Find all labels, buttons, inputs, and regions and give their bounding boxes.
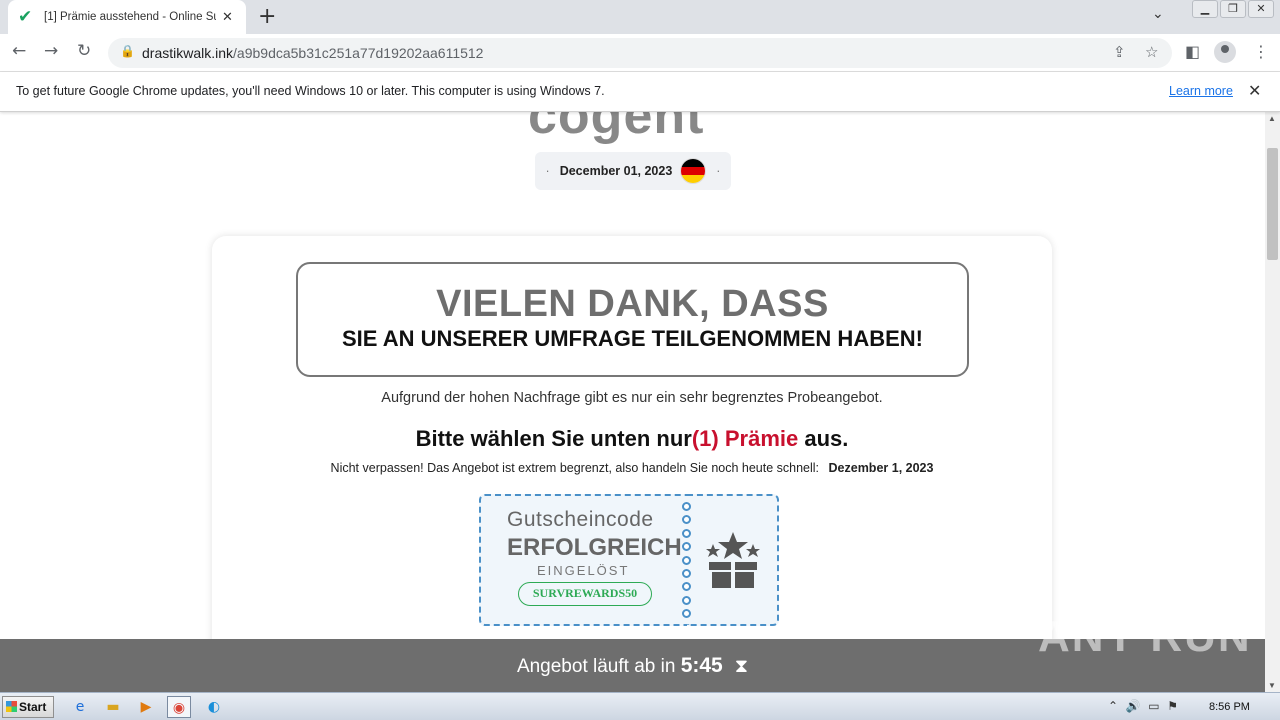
thanks-subheading: SIE AN UNSERER UMFRAGE TEILGENOMMEN HABE…: [342, 326, 923, 351]
survey-card: VIELEN DANK, DASS SIE AN UNSERER UMFRAGE…: [212, 236, 1052, 692]
tab-strip: ✔ [1] Prämie ausstehend - Online Surv ✕ …: [0, 0, 1280, 34]
watermark-logo: ANY RUN: [1038, 612, 1252, 661]
lock-icon[interactable]: 🔒: [120, 44, 135, 58]
profile-avatar-icon[interactable]: [1214, 41, 1236, 63]
internet-explorer-icon[interactable]: e: [68, 696, 92, 718]
page-content: cogent · December 01, 2023 · VIELEN DANK…: [0, 112, 1265, 692]
system-tray-icons[interactable]: ⌃ 🔊 ▭ ⚑: [1108, 699, 1178, 713]
coupon-code: SURVREWARDS50: [518, 582, 652, 606]
windows-taskbar: Start e ▬ ▶ ◉ ◐ ⌃ 🔊 ▭ ⚑ 8:56 PM: [0, 692, 1280, 720]
date-badge: · December 01, 2023 ·: [535, 152, 731, 190]
vertical-scrollbar[interactable]: ▲ ▼: [1265, 112, 1280, 692]
thanks-heading: VIELEN DANK, DASS: [436, 283, 829, 325]
scroll-down-icon[interactable]: ▼: [1268, 681, 1276, 690]
scroll-up-icon[interactable]: ▲: [1268, 114, 1276, 123]
reload-icon[interactable]: ↻: [77, 41, 91, 61]
window-close-icon[interactable]: ✕: [1248, 0, 1274, 18]
file-explorer-icon[interactable]: ▬: [101, 696, 125, 718]
close-tab-icon[interactable]: ✕: [222, 10, 233, 25]
clock: 8:56 PM: [1209, 701, 1250, 713]
gift-box-stars-icon: [706, 532, 760, 588]
thank-you-box: VIELEN DANK, DASS SIE AN UNSERER UMFRAGE…: [296, 262, 969, 377]
bullet-left: ·: [545, 164, 550, 178]
learn-more-link[interactable]: Learn more: [1169, 84, 1233, 98]
coupon-perforation: [682, 502, 692, 618]
coupon-redeemed: EINGELÖST: [537, 563, 630, 578]
media-player-icon[interactable]: ▶: [134, 696, 158, 718]
coupon-title: Gutscheincode: [507, 508, 654, 531]
offer-subtitle: Aufgrund der hohen Nachfrage gibt es nur…: [381, 390, 883, 406]
scroll-thumb[interactable]: [1267, 148, 1278, 260]
window-controls: ▁ ❐ ✕: [1192, 0, 1274, 18]
new-tab-icon[interactable]: +: [258, 4, 276, 29]
menu-kebab-icon[interactable]: ⋮: [1253, 42, 1269, 61]
date-text: December 01, 2023: [559, 164, 673, 178]
coupon-status: ERFOLGREICH: [507, 534, 682, 561]
share-icon[interactable]: ⇪: [1113, 43, 1126, 61]
chrome-icon[interactable]: ◉: [167, 696, 191, 718]
edge-icon[interactable]: ◐: [202, 696, 226, 718]
infobar-message: To get future Google Chrome updates, you…: [16, 84, 605, 98]
forward-icon[interactable]: →: [44, 41, 58, 61]
screen: ✔ [1] Prämie ausstehend - Online Surv ✕ …: [0, 0, 1280, 720]
germany-flag-icon: [680, 158, 707, 184]
bullet-right: ·: [716, 164, 721, 178]
timer-value: 5:45: [680, 654, 723, 677]
update-infobar: To get future Google Chrome updates, you…: [0, 72, 1280, 112]
hurry-notice: Nicht verpassen! Das Angebot ist extrem …: [330, 461, 934, 475]
side-panel-icon[interactable]: ◧: [1185, 42, 1200, 61]
minimize-icon[interactable]: ▁: [1192, 0, 1218, 18]
start-button[interactable]: Start: [2, 696, 54, 718]
chevron-down-icon[interactable]: ⌄: [1152, 6, 1164, 22]
choose-reward-heading: Bitte wählen Sie unten nur(1) Prämie aus…: [415, 426, 849, 451]
infobar-close-icon[interactable]: ✕: [1248, 81, 1261, 100]
hourglass-icon: ⧗: [734, 655, 749, 677]
checkmark-icon: ✔: [18, 7, 33, 27]
browser-toolbar: ← → ↻ 🔒 drastikwalk.ink/a9b9dca5b31c251a…: [0, 34, 1280, 72]
tab-title: [1] Prämie ausstehend - Online Surv: [44, 11, 216, 23]
bookmark-star-icon[interactable]: ☆: [1145, 43, 1158, 61]
browser-tab[interactable]: ✔ [1] Prämie ausstehend - Online Surv ✕: [8, 0, 246, 34]
address-bar[interactable]: 🔒 drastikwalk.ink/a9b9dca5b31c251a77d192…: [108, 38, 1172, 68]
site-logo: cogent: [528, 112, 705, 145]
coupon-ticket[interactable]: Gutscheincode ERFOLGREICH EINGELÖST SURV…: [479, 494, 779, 626]
back-icon[interactable]: ←: [12, 41, 26, 61]
url-text[interactable]: drastikwalk.ink/a9b9dca5b31c251a77d19202…: [142, 45, 483, 61]
restore-icon[interactable]: ❐: [1220, 0, 1246, 18]
